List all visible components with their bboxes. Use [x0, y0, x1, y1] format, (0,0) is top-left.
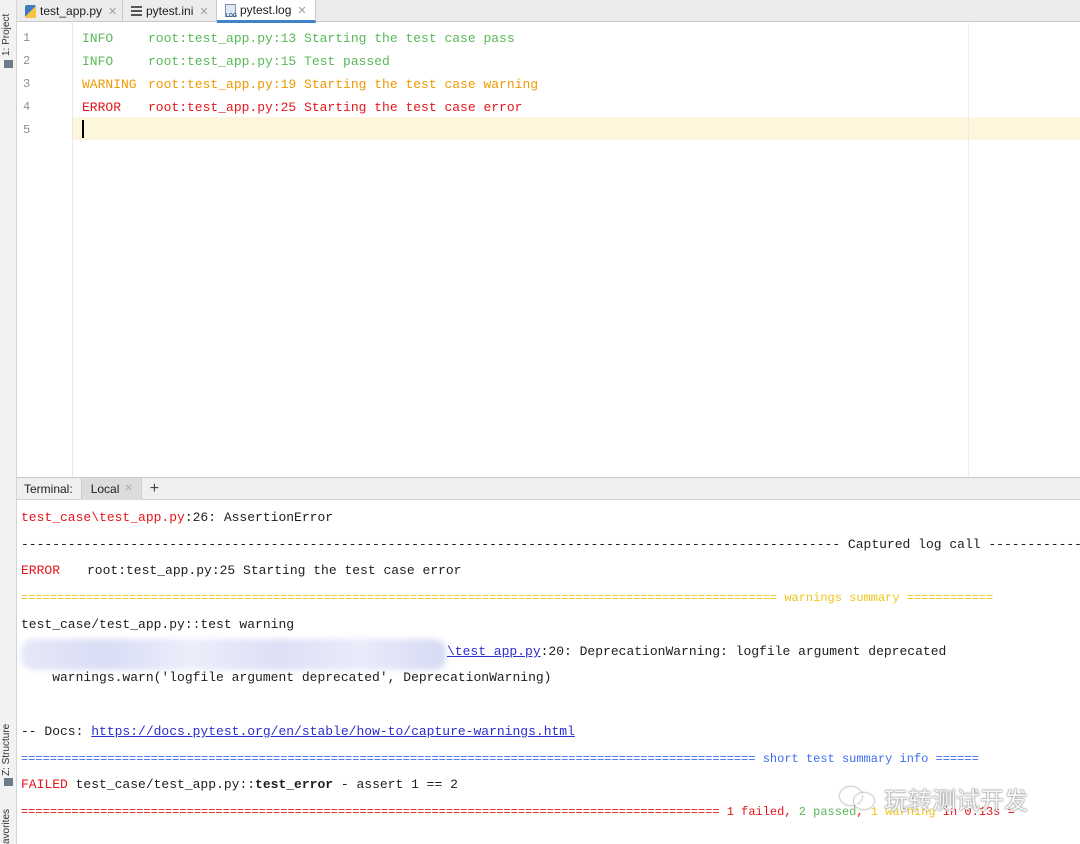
warnings-summary-rule: ========================================…: [21, 591, 994, 605]
redacted-path: [21, 639, 446, 670]
terminal-title: Terminal:: [24, 481, 73, 496]
log-line: INFO root:test_app.py:15 Test passed: [82, 50, 390, 73]
log-level: ERROR: [82, 100, 122, 115]
tab-pytest-ini[interactable]: pytest.ini ✕: [123, 0, 217, 22]
right-margin-guide: [968, 23, 969, 477]
line-number: 1: [23, 31, 31, 45]
text-caret: [82, 120, 84, 138]
terminal-header: Terminal: Local ✕ +: [17, 477, 1080, 500]
project-tool-label[interactable]: 1: Project: [1, 14, 12, 56]
deprecation-warning-text: :20: DeprecationWarning: logfile argumen…: [540, 644, 947, 659]
error-message: root:test_app.py:25 Starting the test ca…: [87, 563, 462, 578]
tab-label: pytest.ini: [146, 4, 194, 18]
assertion-text: :26: AssertionError: [184, 510, 334, 525]
error-level: ERROR: [21, 563, 61, 578]
terminal-line: \test_app.py:20: DeprecationWarning: log…: [447, 641, 946, 663]
log-line: ERROR root:test_app.py:25 Starting the te…: [82, 96, 522, 119]
close-icon[interactable]: ✕: [199, 5, 208, 18]
watermark: 玩转测试开发: [840, 778, 1028, 818]
line-number: 4: [23, 100, 31, 114]
terminal-line: ERROR root:test_app.py:25 Starting the te…: [21, 560, 461, 582]
failed-assertion: - assert 1 == 2: [333, 777, 458, 792]
add-terminal-button[interactable]: +: [150, 480, 159, 498]
python-file-icon: [25, 4, 36, 18]
tab-label: pytest.log: [240, 3, 292, 17]
log-message: root:test_app.py:15 Test passed: [148, 54, 390, 69]
log-message: root:test_app.py:13 Starting the test ca…: [148, 31, 515, 46]
log-line: INFO root:test_app.py:13 Starting the tes…: [82, 27, 515, 50]
docs-prefix: -- Docs:: [21, 724, 92, 739]
structure-icon[interactable]: [4, 778, 13, 786]
log-level: INFO: [82, 54, 114, 69]
log-message: root:test_app.py:19 Starting the test ca…: [148, 77, 539, 92]
log-message: root:test_app.py:25 Starting the test ca…: [148, 100, 523, 115]
side-tool-strip: 1: Project Z: Structure avorites: [0, 0, 17, 844]
structure-tool-label[interactable]: Z: Structure: [1, 724, 12, 776]
wechat-icon: [840, 785, 878, 811]
favorites-tool-label[interactable]: avorites: [1, 809, 12, 844]
line-number: 2: [23, 54, 31, 68]
final-failed-count: 1 failed: [726, 805, 785, 819]
terminal-tab-local[interactable]: Local ✕: [80, 477, 142, 500]
tab-pytest-log[interactable]: LOG pytest.log ✕: [217, 0, 316, 23]
log-file-icon: LOG: [225, 3, 237, 19]
close-icon[interactable]: ✕: [297, 4, 306, 17]
captured-log-rule: ----------------------------------------…: [21, 537, 1080, 552]
tab-test-app-py[interactable]: test_app.py ✕: [17, 0, 123, 22]
failed-function: test_error: [255, 777, 334, 792]
log-line: WARNING root:test_app.py:19 Starting the …: [82, 73, 538, 96]
log-level: INFO: [82, 31, 114, 46]
warning-file-link[interactable]: \test_app.py: [447, 644, 541, 659]
terminal-line: test_case\test_app.py:26: AssertionError: [21, 507, 333, 529]
tab-label: test_app.py: [40, 4, 103, 18]
ini-file-icon: [131, 6, 142, 16]
summary-rule-text: short test summary info ======: [755, 752, 979, 766]
terminal-tab-label: Local: [90, 481, 120, 496]
final-separator: ,: [784, 805, 799, 819]
failed-label: FAILED: [21, 777, 68, 792]
close-icon[interactable]: ✕: [108, 5, 117, 18]
line-number: 5: [23, 123, 31, 137]
terminal-line: -- Docs: https://docs.pytest.org/en/stab…: [21, 721, 575, 743]
assertion-path: test_case\test_app.py: [21, 510, 185, 525]
failed-path: test_case/test_app.py::: [67, 777, 256, 792]
editor-area[interactable]: 1 2 3 4 5 INFO root:test_app.py:13 Starti…: [17, 23, 1080, 477]
docs-link[interactable]: https://docs.pytest.org/en/stable/how-to…: [91, 724, 575, 739]
watermark-text: 玩转测试开发: [884, 786, 1028, 815]
final-rule-bar: ========================================…: [21, 805, 727, 819]
project-icon[interactable]: [4, 60, 13, 68]
current-line-highlight: [17, 117, 1080, 140]
warn-call-line: warnings.warn('logfile argument deprecat…: [21, 670, 552, 685]
failed-line: FAILED test_case/test_app.py::test_error…: [21, 774, 458, 796]
log-level: WARNING: [82, 77, 137, 92]
short-summary-rule: ========================================…: [21, 748, 979, 770]
editor-tab-bar: test_app.py ✕ pytest.ini ✕ LOG pytest.lo…: [17, 0, 1080, 23]
line-number: 3: [23, 77, 31, 91]
summary-rule-bar: ========================================…: [21, 752, 756, 766]
warning-test-name: test_case/test_app.py::test warning: [21, 617, 295, 632]
close-icon[interactable]: ✕: [124, 483, 132, 494]
